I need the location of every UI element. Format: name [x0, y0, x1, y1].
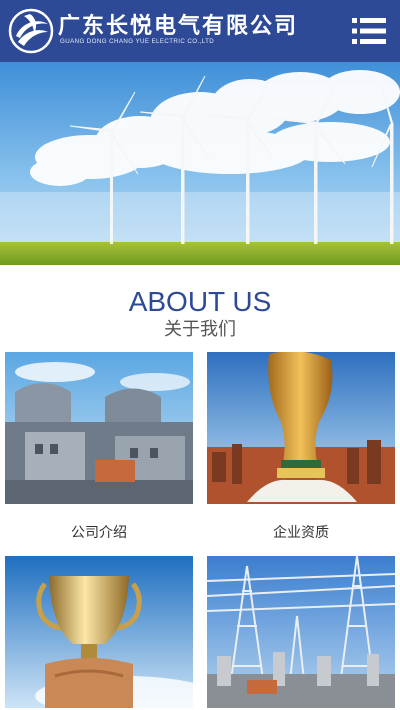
company-name: 广东长悦电气有限公司 — [58, 13, 299, 39]
card-image-qualifications[interactable] — [207, 352, 395, 504]
hamburger-menu-icon[interactable] — [352, 17, 386, 45]
power-plant-image — [5, 352, 193, 504]
card-image-substation[interactable] — [207, 556, 395, 708]
card-image-company-intro[interactable] — [5, 352, 193, 504]
about-title: ABOUT US — [128, 286, 272, 317]
company-logo-icon[interactable] — [8, 8, 54, 54]
trophy-city-image — [207, 352, 395, 504]
gold-cup-image — [5, 556, 193, 708]
hero-banner[interactable] — [0, 62, 400, 265]
card-image-trophy[interactable] — [5, 556, 193, 708]
site-header: 广东长悦电气有限公司 GUANG DONG CHANG YUE ELECTRIC… — [0, 0, 400, 62]
substation-image — [207, 556, 395, 708]
card-label-company-intro[interactable]: 公司介绍 — [5, 522, 193, 542]
about-subtitle: 关于我们 — [164, 319, 236, 340]
wind-turbine-banner-image — [0, 62, 400, 265]
card-label-qualifications[interactable]: 企业资质 — [207, 522, 395, 542]
company-name-english: GUANG DONG CHANG YUE ELECTRIC CO.,LTD — [60, 38, 215, 45]
